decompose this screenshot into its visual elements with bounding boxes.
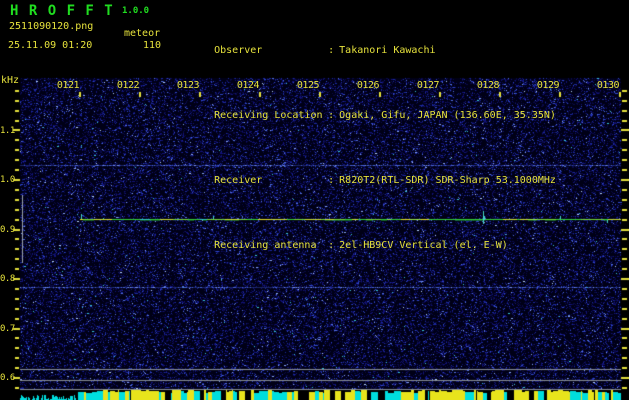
colon-separator: : (328, 45, 335, 56)
app-version: 1.0.0 (122, 6, 150, 16)
y-tick-label-0.7: 0.7 (0, 324, 15, 334)
info-label: Receiver (214, 175, 263, 186)
y-tick-label-0.6: 0.6 (0, 373, 15, 383)
info-row-observer: Observer: Takanori Kawachi (178, 31, 556, 70)
app-title: H R O F F T (10, 3, 114, 19)
info-value: Takanori Kawachi (339, 45, 436, 56)
hrofft-window: H R O F F T 1.0.0 2511090120.png meteor … (0, 0, 629, 400)
datetime-label: 25.11.09 01:20 (8, 40, 93, 51)
mode-label: meteor (124, 28, 161, 39)
info-value: R820T2(RTL-SDR) SDR-Sharp 53.1000MHz (339, 175, 556, 186)
x-tick-label-0121: 0121 (56, 80, 80, 91)
y-tick-label-1.1: 1.1 (0, 126, 15, 136)
x-tick-label-0130: 0130 (596, 80, 620, 91)
output-filename: 2511090120.png (9, 21, 94, 32)
info-label: Receiving Location (214, 110, 323, 121)
echo-count: 110 (143, 40, 162, 51)
x-tick-label-0126: 0126 (356, 80, 380, 91)
x-tick-label-0125: 0125 (296, 80, 320, 91)
colon-separator: : (328, 110, 335, 121)
info-label: Receiving antenna (214, 240, 317, 251)
y-tick-label-0.8: 0.8 (0, 274, 15, 284)
info-value: 2el-HB9CV Vertical (el. E-W) (339, 240, 508, 251)
info-row-antenna: Receiving antenna:2el-HB9CV Vertical (el… (178, 226, 556, 265)
info-row-location: Receiving Location: Ogaki, Gifu, JAPAN (1… (178, 96, 556, 135)
y-axis-unit: kHz (1, 75, 20, 86)
colon-separator: : (328, 175, 335, 186)
x-tick-label-0127: 0127 (416, 80, 440, 91)
info-row-receiver: Receiver: R820T2(RTL-SDR) SDR-Sharp 53.10… (178, 161, 556, 200)
x-tick-label-0123: 0123 (176, 80, 200, 91)
station-info: Observer: Takanori Kawachi Receiving Loca… (178, 5, 556, 291)
y-tick-label-0.9: 0.9 (0, 225, 15, 235)
info-label: Observer (214, 45, 263, 56)
x-tick-label-0129: 0129 (536, 80, 560, 91)
x-tick-label-0124: 0124 (236, 80, 260, 91)
info-value: Ogaki, Gifu, JAPAN (136.60E, 35.35N) (339, 110, 556, 121)
colon-separator: : (328, 240, 335, 251)
y-tick-label-1.0: 1.0 (0, 175, 15, 185)
x-tick-label-0128: 0128 (476, 80, 500, 91)
x-tick-label-0122: 0122 (116, 80, 140, 91)
